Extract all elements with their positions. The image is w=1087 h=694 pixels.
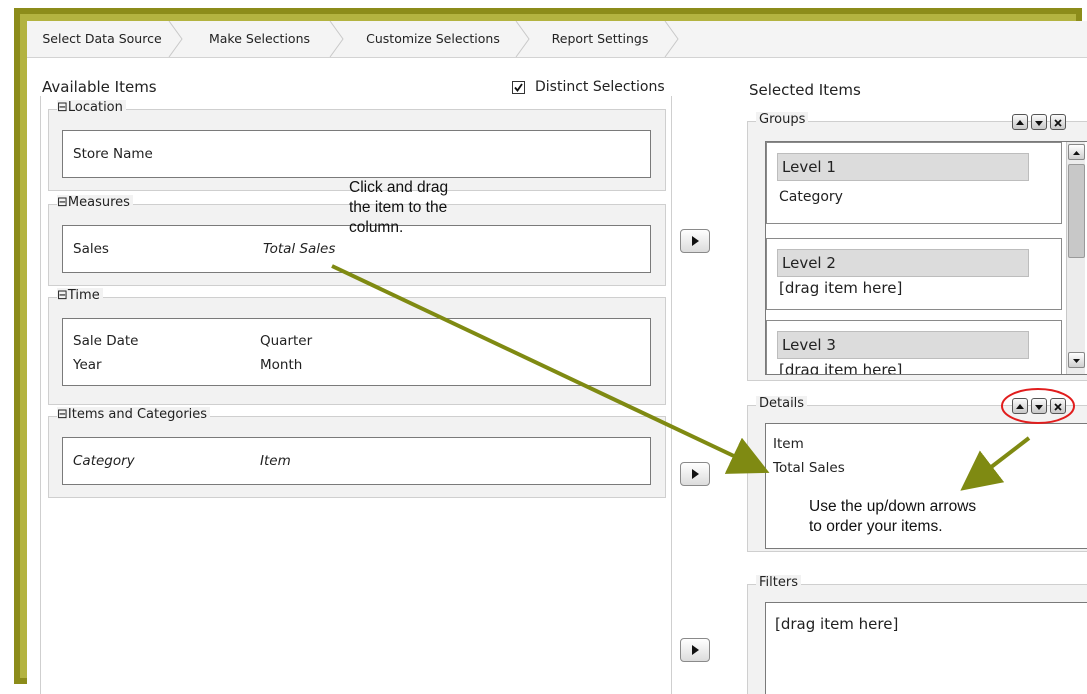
level-2-value: [drag item here]: [779, 279, 903, 297]
order-hint-line-1: Use the up/down arrows: [809, 498, 977, 515]
details-move-down-button[interactable]: [1031, 398, 1047, 414]
groups-title: Groups: [756, 112, 809, 127]
move-right-icon: [692, 469, 699, 479]
move-to-groups-button[interactable]: [680, 229, 710, 253]
order-hint-line-2: to order your items.: [809, 518, 943, 535]
tab-make-selections[interactable]: Make Selections: [182, 21, 337, 57]
screenshot-frame: Select Data Source Make Selections Custo…: [0, 0, 1087, 694]
time-items-box: Sale Date Quarter Year Month: [62, 318, 651, 386]
wizard-tab-bar: Select Data Source Make Selections Custo…: [27, 21, 1087, 58]
filters-title: Filters: [756, 575, 801, 590]
item-month[interactable]: Month: [260, 357, 302, 373]
level-3-value: [drag item here]: [779, 361, 903, 375]
tab-label: Report Settings: [551, 31, 649, 46]
distinct-selections-checkbox[interactable]: [512, 80, 526, 94]
level-2-header: Level 2: [777, 249, 1029, 277]
details-remove-button[interactable]: [1050, 398, 1066, 414]
details-move-up-button[interactable]: [1012, 398, 1028, 414]
move-to-details-button[interactable]: [680, 462, 710, 486]
group-level-2[interactable]: Level 2 [drag item here]: [766, 238, 1062, 310]
move-down-icon: [1035, 121, 1043, 126]
details-title: Details: [756, 396, 808, 411]
drag-hint-line-2: the item to the: [349, 199, 448, 216]
scroll-down-icon: [1073, 359, 1080, 363]
item-store-name[interactable]: Store Name: [73, 146, 153, 162]
report-wizard-window: Select Data Source Make Selections Custo…: [27, 21, 1087, 694]
group-title-location[interactable]: ⊟Location: [57, 100, 126, 115]
scroll-up-icon: [1073, 151, 1080, 155]
filters-list: [drag item here]: [765, 602, 1087, 694]
groups-list: Level 1 Category Level 2 [drag item here…: [765, 141, 1087, 375]
move-right-icon: [692, 236, 699, 246]
groups-remove-button[interactable]: [1050, 114, 1066, 130]
detail-total-sales[interactable]: Total Sales: [773, 460, 845, 476]
drag-hint-line-3: column.: [349, 219, 404, 236]
tab-label: Make Selections: [208, 31, 311, 46]
level-1-value: Category: [779, 189, 843, 205]
tab-report-settings[interactable]: Report Settings: [527, 21, 673, 57]
item-quarter[interactable]: Quarter: [260, 333, 312, 349]
tab-select-data-source[interactable]: Select Data Source: [27, 21, 177, 57]
item-total-sales[interactable]: Total Sales: [263, 241, 335, 257]
group-time: ⊟Time Sale Date Quarter Year Month: [48, 288, 666, 405]
group-title-time[interactable]: ⊟Time: [57, 288, 103, 303]
move-right-icon: [692, 645, 699, 655]
drag-hint-callout: Click and drag the item to the column.: [349, 178, 448, 238]
available-items-title: Available Items: [42, 78, 157, 96]
tab-customize-selections[interactable]: Customize Selections: [343, 21, 523, 57]
level-3-header: Level 3: [777, 331, 1029, 359]
item-sales[interactable]: Sales: [73, 241, 109, 257]
filters-placeholder: [drag item here]: [775, 615, 899, 633]
group-title-measures[interactable]: ⊟Measures: [57, 195, 133, 210]
move-up-icon: [1016, 120, 1024, 125]
groups-panel: Groups Level 1 Category Level 2 [drag it…: [747, 112, 1087, 381]
group-items-categories: ⊟Items and Categories Category Item: [48, 407, 666, 498]
group-title-items-categories[interactable]: ⊟Items and Categories: [57, 407, 211, 422]
move-down-icon: [1035, 405, 1043, 410]
selected-items-title: Selected Items: [749, 81, 861, 99]
items-categories-box: Category Item: [62, 437, 651, 485]
order-hint-callout: Use the up/down arrows to order your ite…: [809, 497, 976, 537]
move-up-icon: [1016, 404, 1024, 409]
move-to-filters-button[interactable]: [680, 638, 710, 662]
checkbox-icon: [512, 81, 525, 94]
group-level-1[interactable]: Level 1 Category: [766, 142, 1062, 224]
remove-icon: [1054, 403, 1062, 411]
tab-label: Select Data Source: [42, 31, 162, 46]
tab-label: Customize Selections: [366, 31, 500, 46]
item-item[interactable]: Item: [260, 453, 291, 469]
group-level-3[interactable]: Level 3 [drag item here]: [766, 320, 1062, 375]
distinct-selections-label: Distinct Selections: [535, 79, 665, 95]
groups-scrollbar[interactable]: [1066, 142, 1085, 374]
scroll-down-button[interactable]: [1068, 352, 1085, 368]
item-category[interactable]: Category: [73, 453, 135, 469]
scroll-up-button[interactable]: [1068, 144, 1085, 160]
groups-move-up-button[interactable]: [1012, 114, 1028, 130]
scroll-thumb[interactable]: [1068, 164, 1085, 258]
filters-panel: Filters [drag item here]: [747, 575, 1087, 694]
item-sale-date[interactable]: Sale Date: [73, 333, 138, 349]
level-1-header: Level 1: [777, 153, 1029, 181]
location-items-box: Store Name: [62, 130, 651, 178]
drag-hint-line-1: Click and drag: [349, 179, 449, 196]
remove-icon: [1054, 119, 1062, 127]
detail-item[interactable]: Item: [773, 436, 804, 452]
groups-move-down-button[interactable]: [1031, 114, 1047, 130]
item-year[interactable]: Year: [73, 357, 102, 373]
